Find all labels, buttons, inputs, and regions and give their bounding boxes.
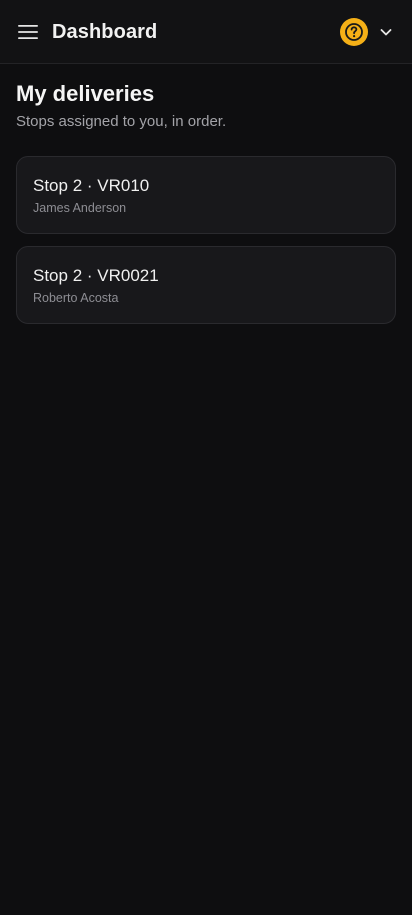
help-avatar [340,18,368,46]
delivery-list: Stop 2 · VR010 James Anderson Stop 2 · V… [16,156,396,336]
top-app-bar: Dashboard [0,0,412,64]
app-title: Dashboard [52,21,158,43]
delivery-card[interactable]: Stop 2 · VR0021 Roberto Acosta [16,246,396,324]
delivery-stop-title: Stop 2 · VR010 [33,176,150,195]
delivery-stop-title: Stop 2 · VR0021 [33,266,159,285]
help-menu-trigger[interactable] [338,16,402,48]
page-subtitle: Stops assigned to you, in order. [16,113,227,130]
question-mark-icon [345,23,363,41]
delivery-card[interactable]: Stop 2 · VR010 James Anderson [16,156,396,234]
chevron-down-icon [380,29,392,36]
menu-button[interactable] [16,20,40,44]
page-title: My deliveries [16,81,155,106]
delivery-customer-name: James Anderson [33,201,127,215]
hamburger-menu-icon [18,25,38,39]
delivery-customer-name: Roberto Acosta [33,291,119,305]
